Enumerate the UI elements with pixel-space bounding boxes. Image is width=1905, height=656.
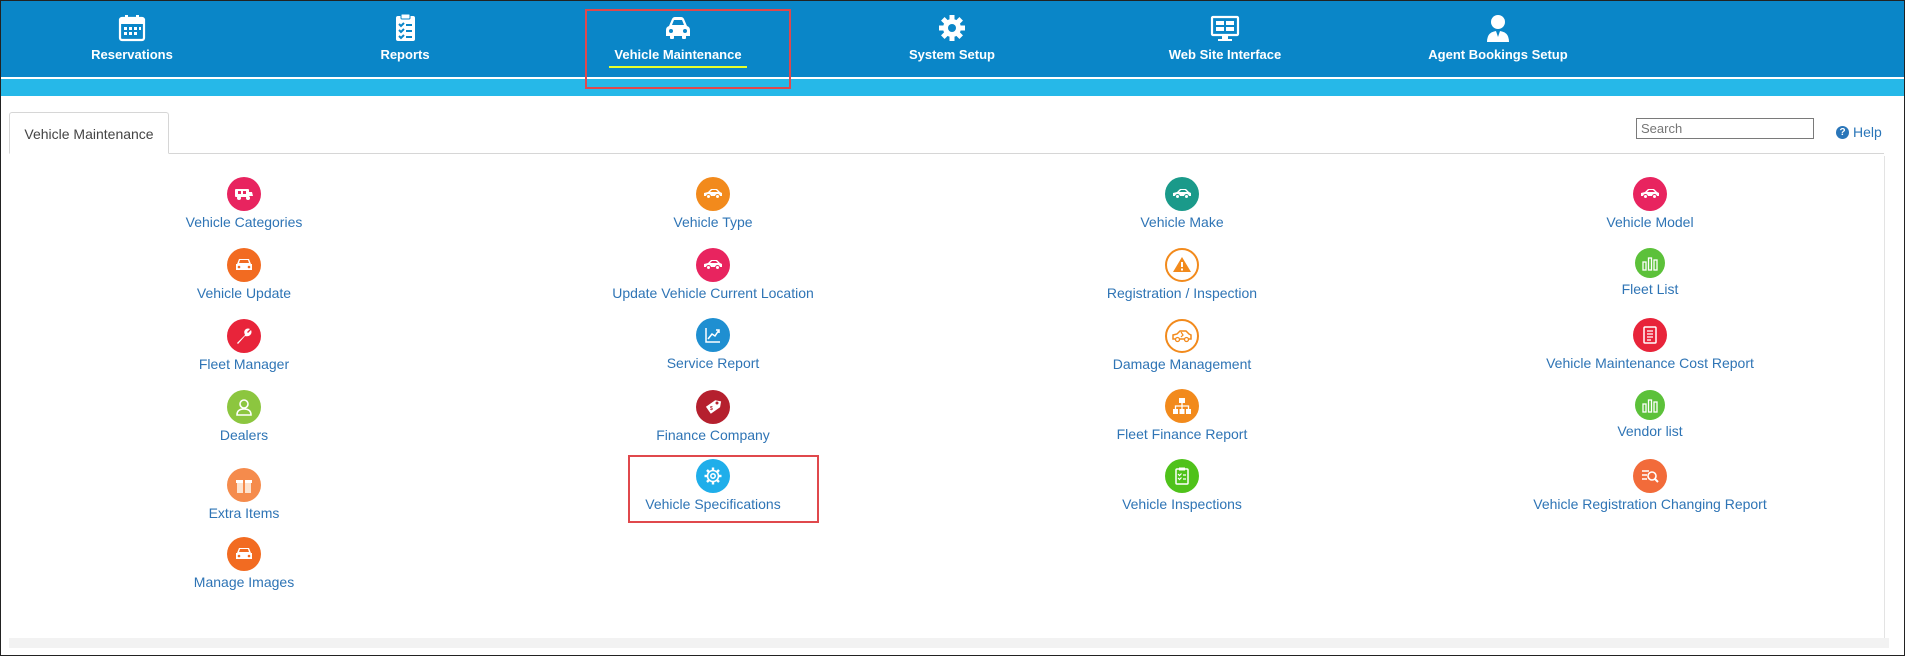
nav-label: Vehicle Maintenance [614,47,742,62]
tab-divider [169,153,1884,154]
menu-vehicle-make[interactable]: Vehicle Make [1002,177,1362,230]
nav-reports[interactable]: Reports [305,1,505,77]
menu-vehicle-registration-changing-report[interactable]: Vehicle Registration Changing Report [1470,459,1830,512]
menu-label: Vehicle Registration Changing Report [1533,496,1767,512]
car-side-icon [696,177,730,211]
menu-label: Vehicle Type [673,214,753,230]
menu-finance-company[interactable]: $ Finance Company [533,390,893,443]
menu-label: Dealers [219,427,269,443]
bar-chart-icon [1635,248,1665,278]
nav-vehicle-maintenance[interactable]: Vehicle Maintenance [578,1,778,77]
chart-line-icon [696,318,730,352]
menu-label: Vehicle Categories [185,214,303,230]
menu-vehicle-maintenance-cost-report[interactable]: Vehicle Maintenance Cost Report [1470,318,1830,371]
menu-label: Update Vehicle Current Location [612,285,814,301]
menu-vehicle-model[interactable]: Vehicle Model [1470,177,1830,230]
menu-label: Fleet Finance Report [1116,426,1248,442]
menu-label: Fleet List [1621,281,1679,297]
menu-label: Extra Items [208,505,280,521]
nav-label: System Setup [909,47,995,62]
menu-damage-management[interactable]: Damage Management [1002,319,1362,372]
nav-system-setup[interactable]: System Setup [852,1,1052,77]
search-list-icon [1633,459,1667,493]
menu-fleet-list[interactable]: Fleet List [1470,248,1830,297]
car-icon [666,17,690,39]
menu-vehicle-categories[interactable]: Vehicle Categories [64,177,424,230]
nav-label: Agent Bookings Setup [1428,47,1568,62]
menu-label: Vehicle Update [196,285,292,301]
menu-manage-images[interactable]: Manage Images [64,537,424,590]
camper-icon [227,177,261,211]
menu-registration-inspection[interactable]: Registration / Inspection [1002,248,1362,301]
clipboard-icon [1165,459,1199,493]
menu-fleet-finance-report[interactable]: Fleet Finance Report [1002,389,1362,442]
menu-service-report[interactable]: Service Report [533,318,893,371]
help-link[interactable]: ? Help [1836,124,1882,140]
help-label: Help [1853,124,1882,140]
monitor-icon [1210,15,1240,41]
menu-label: Vehicle Make [1140,214,1224,230]
org-chart-icon [1165,389,1199,423]
nav-reservations[interactable]: Reservations [32,1,232,77]
active-underline [609,66,747,68]
menu-vehicle-inspections[interactable]: Vehicle Inspections [1002,459,1362,512]
car-side-icon [1633,177,1667,211]
nav-label: Web Site Interface [1168,47,1282,62]
search-input[interactable] [1636,118,1814,139]
gear-icon [939,15,965,41]
tag-icon: $ [696,390,730,424]
menu-label: Registration / Inspection [1106,285,1258,301]
help-icon: ? [1836,125,1849,139]
nav-label: Reservations [91,47,173,62]
user-icon [227,390,261,424]
tab-vehicle-maintenance[interactable]: Vehicle Maintenance [9,112,169,154]
footer-bar [9,638,1889,648]
gear-icon [696,459,730,493]
menu-dealers[interactable]: Dealers [64,390,424,443]
car-front-icon [227,248,261,282]
document-icon [1633,318,1667,352]
content-border [1884,156,1885,640]
warning-icon [1165,248,1199,282]
menu-label: Vehicle Specifications [645,496,781,512]
menu-label: Vehicle Inspections [1122,496,1242,512]
svg-text:$: $ [710,406,713,412]
car-front-icon [227,537,261,571]
nav-web-site-interface[interactable]: Web Site Interface [1125,1,1325,77]
menu-vehicle-type[interactable]: Vehicle Type [533,177,893,230]
box-icon [227,468,261,502]
menu-vehicle-specifications[interactable]: Vehicle Specifications [533,459,893,512]
menu-label: Manage Images [193,574,295,590]
car-side-icon [696,248,730,282]
menu-fleet-manager[interactable]: Fleet Manager [64,319,424,372]
calendar-icon [118,15,146,42]
menu-extra-items[interactable]: Extra Items [64,468,424,521]
menu-vehicle-update[interactable]: Vehicle Update [64,248,424,301]
menu-label: Finance Company [656,427,770,443]
menu-vendor-list[interactable]: Vendor list [1470,390,1830,439]
menu-update-vehicle-current-location[interactable]: Update Vehicle Current Location [533,248,893,301]
agent-icon [1487,15,1509,42]
bar-chart-icon [1635,390,1665,420]
menu-label: Vehicle Maintenance Cost Report [1546,355,1754,371]
nav-stripe [1,77,1904,96]
menu-label: Fleet Manager [198,356,290,372]
nav-label: Reports [380,47,430,62]
menu-label: Vehicle Model [1606,214,1694,230]
menu-label: Damage Management [1112,356,1252,372]
menu-label: Service Report [666,355,760,371]
menu-label: Vendor list [1617,423,1683,439]
damaged-car-icon [1165,319,1199,353]
wrench-icon [227,319,261,353]
car-side-icon [1165,177,1199,211]
checklist-icon [396,13,415,41]
nav-agent-bookings-setup[interactable]: Agent Bookings Setup [1398,1,1598,77]
top-navigation: Reservations Reports Vehicle Maintenance [1,1,1904,77]
